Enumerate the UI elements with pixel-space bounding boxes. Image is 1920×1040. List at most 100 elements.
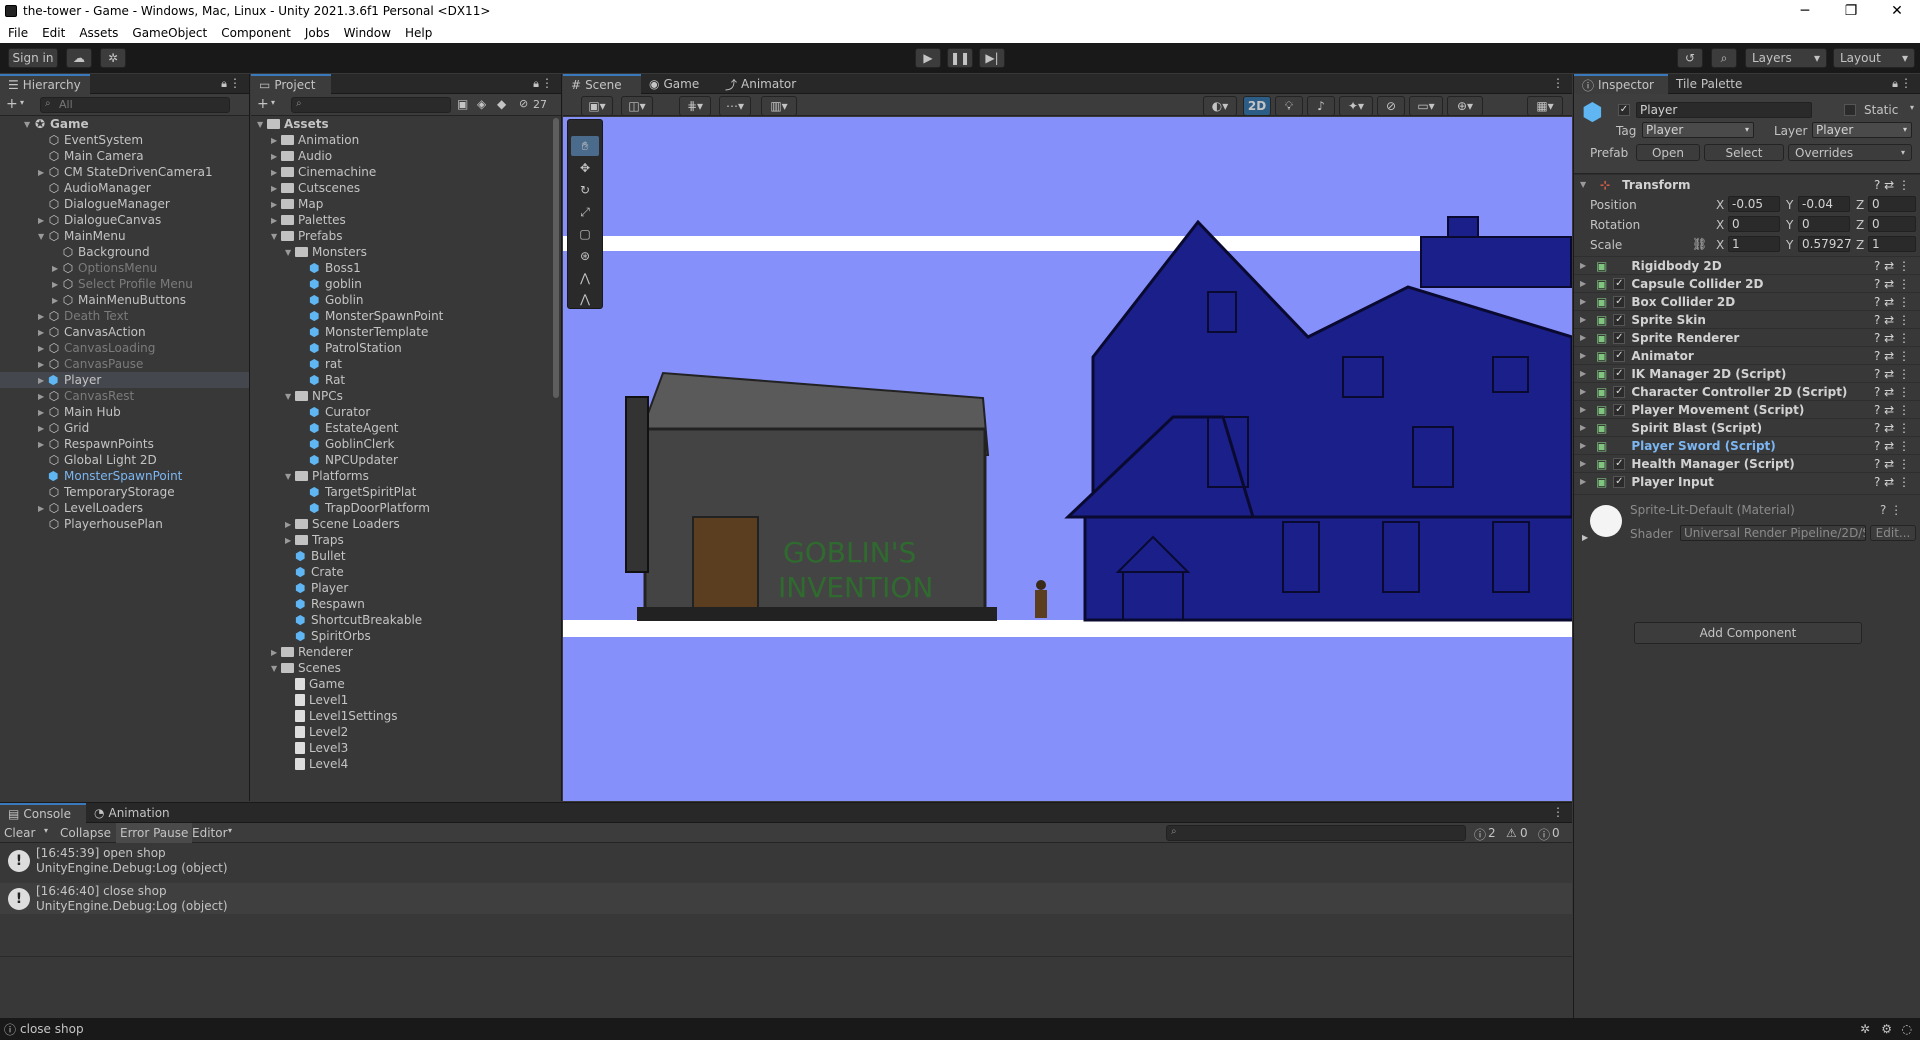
- expand-arrow-icon[interactable]: ▼: [285, 392, 295, 401]
- play-button[interactable]: ▶: [915, 48, 941, 68]
- rect-tool-icon[interactable]: ▢: [571, 224, 599, 244]
- project-item[interactable]: ⬢ GoblinClerk: [251, 436, 549, 452]
- project-scrollbar[interactable]: [553, 118, 559, 398]
- menu-gameobject[interactable]: GameObject: [132, 26, 207, 40]
- expand-arrow-icon[interactable]: ▶: [38, 376, 48, 385]
- tab-game[interactable]: ◉ Game: [641, 74, 717, 94]
- component-enabled-checkbox[interactable]: ✓: [1613, 367, 1626, 380]
- hierarchy-item[interactable]: ▶ ⬡ Main Hub: [0, 404, 249, 420]
- step-button[interactable]: ▶|: [979, 48, 1005, 68]
- hidden-packages-icon[interactable]: ⊘: [519, 97, 528, 110]
- menu-assets[interactable]: Assets: [79, 26, 118, 40]
- component-enabled-checkbox[interactable]: ✓: [1613, 385, 1626, 398]
- project-item[interactable]: ⬢ ShortcutBreakable: [251, 612, 549, 628]
- cloud-icon[interactable]: ☁: [66, 48, 92, 68]
- prefab-select-button[interactable]: Select: [1704, 144, 1784, 161]
- hierarchy-item[interactable]: ⬢ MonsterSpawnPoint: [0, 468, 249, 484]
- hierarchy-item[interactable]: ⬡ EventSystem: [0, 132, 249, 148]
- component-header[interactable]: ▶ ▣ ✓ Animator ? ⇄ ⋮: [1574, 346, 1920, 364]
- project-item[interactable]: ⬢ TrapDoorPlatform: [251, 500, 549, 516]
- material-menu-icons[interactable]: ? ⋮: [1880, 503, 1902, 517]
- project-item[interactable]: ▶ Traps: [251, 532, 549, 548]
- project-item[interactable]: ▶ Palettes: [251, 212, 549, 228]
- component-enabled-checkbox[interactable]: ✓: [1613, 457, 1626, 470]
- chevron-down-icon[interactable]: ▾: [228, 826, 232, 835]
- project-item[interactable]: ⬢ Goblin: [251, 292, 549, 308]
- project-item[interactable]: Level1: [251, 692, 549, 708]
- more-icon[interactable]: ⋮: [541, 76, 553, 90]
- menu-edit[interactable]: Edit: [42, 26, 65, 40]
- expand-arrow-icon[interactable]: ▶: [38, 392, 48, 401]
- component-enabled-checkbox[interactable]: ✓: [1613, 331, 1626, 344]
- project-item[interactable]: ▼ Platforms: [251, 468, 549, 484]
- log-entry[interactable]: ! [16:46:40] close shop UnityEngine.Debu…: [0, 883, 1572, 914]
- component-header[interactable]: ▶▣✓Rigidbody 2D? ⇄ ⋮: [1574, 256, 1920, 274]
- component-menu-icons[interactable]: ? ⇄ ⋮: [1874, 439, 1910, 453]
- hierarchy-item[interactable]: ▶ ⬡ Grid: [0, 420, 249, 436]
- chevron-down-icon[interactable]: ▾: [20, 98, 24, 107]
- audio-icon[interactable]: ♪: [1307, 96, 1335, 116]
- lock-icon[interactable]: 🔒︎: [1892, 77, 1898, 91]
- component-enabled-checkbox[interactable]: ✓: [1613, 349, 1626, 362]
- project-search-input[interactable]: ⌕: [291, 97, 451, 113]
- project-item[interactable]: ▶ Cinemachine: [251, 164, 549, 180]
- ruler-dropdown[interactable]: ▥▾: [761, 96, 797, 116]
- close-button[interactable]: ✕: [1874, 0, 1920, 22]
- settings-icon[interactable]: ⚙: [1881, 1022, 1892, 1036]
- shading-dropdown[interactable]: ◐▾: [1203, 96, 1237, 116]
- component-menu-icons[interactable]: ? ⇄ ⋮: [1874, 178, 1910, 192]
- position-z-field[interactable]: 0: [1868, 196, 1916, 212]
- chevron-down-icon[interactable]: ▾: [1910, 103, 1914, 112]
- hierarchy-item[interactable]: ⬡ AudioManager: [0, 180, 249, 196]
- component-header[interactable]: ▶ ▣ ✓ Capsule Collider 2D ? ⇄ ⋮: [1574, 274, 1920, 292]
- link-icon[interactable]: ⛓︎: [1692, 237, 1707, 251]
- project-item[interactable]: Level1Settings: [251, 708, 549, 724]
- mode-2d-toggle[interactable]: 2D: [1243, 96, 1271, 116]
- component-menu-icons[interactable]: ? ⇄ ⋮: [1874, 367, 1910, 381]
- component-menu-icons[interactable]: ? ⇄ ⋮: [1874, 349, 1910, 363]
- camera-dropdown[interactable]: ▭▾: [1409, 96, 1443, 116]
- component-enabled-checkbox[interactable]: ✓: [1613, 277, 1626, 290]
- tab-animation[interactable]: ◔ Animation: [86, 803, 176, 823]
- hierarchy-item[interactable]: ⬡ PlayerhousePlan: [0, 516, 249, 532]
- component-header[interactable]: ▶ ▣ ✓ Health Manager (Script) ? ⇄ ⋮: [1574, 454, 1920, 472]
- hierarchy-item[interactable]: ▶ ⬡ CanvasPause: [0, 356, 249, 372]
- log-entry[interactable]: ! [16:45:39] open shop UnityEngine.Debug…: [0, 845, 1572, 876]
- component-menu-icons[interactable]: ? ⇄ ⋮: [1874, 277, 1910, 291]
- hierarchy-item[interactable]: ▶ ⬡ Death Text: [0, 308, 249, 324]
- clear-button[interactable]: Clear: [4, 826, 35, 840]
- expand-arrow-icon[interactable]: ▼: [271, 232, 281, 241]
- expand-arrow-icon[interactable]: ▶: [38, 216, 48, 225]
- project-item[interactable]: ⬢ MonsterSpawnPoint: [251, 308, 549, 324]
- effects-dropdown[interactable]: ✦▾: [1339, 96, 1373, 116]
- hidden-objects-icon[interactable]: ⊘: [1377, 96, 1405, 116]
- maximize-button[interactable]: ❐: [1828, 0, 1874, 22]
- hierarchy-item[interactable]: ⬡ DialogueManager: [0, 196, 249, 212]
- hierarchy-item[interactable]: ▼ ⬡ MainMenu: [0, 228, 249, 244]
- hierarchy-item[interactable]: ⬡ Background: [0, 244, 249, 260]
- hierarchy-item[interactable]: ▶ ⬡ CM StateDrivenCamera1: [0, 164, 249, 180]
- component-menu-icons[interactable]: ? ⇄ ⋮: [1874, 313, 1910, 327]
- project-item[interactable]: ▶ Scene Loaders: [251, 516, 549, 532]
- project-item[interactable]: ▶ Cutscenes: [251, 180, 549, 196]
- expand-arrow-icon[interactable]: ▶: [271, 648, 281, 657]
- component-header[interactable]: ▶ ▣ ✓ Box Collider 2D ? ⇄ ⋮: [1574, 292, 1920, 310]
- layers-dropdown[interactable]: Layers ▾: [1745, 48, 1827, 68]
- project-item[interactable]: ▶ Renderer: [251, 644, 549, 660]
- hierarchy-item[interactable]: ▶ ⬡ LevelLoaders: [0, 500, 249, 516]
- progress-icon[interactable]: ◌: [1902, 1022, 1912, 1036]
- component-menu-icons[interactable]: ? ⇄ ⋮: [1874, 403, 1910, 417]
- hierarchy-item[interactable]: ▶ ⬢ Player: [0, 372, 249, 388]
- project-item[interactable]: ⬢ EstateAgent: [251, 420, 549, 436]
- project-item[interactable]: ▼ NPCs: [251, 388, 549, 404]
- hierarchy-item[interactable]: ▶ ⬡ DialogueCanvas: [0, 212, 249, 228]
- rotation-y-field[interactable]: 0: [1798, 216, 1850, 232]
- bone-tool-icon[interactable]: ⋀: [571, 268, 599, 288]
- static-checkbox[interactable]: [1844, 104, 1856, 116]
- project-item[interactable]: ⬢ MonsterTemplate: [251, 324, 549, 340]
- component-menu-icons[interactable]: ? ⇄ ⋮: [1874, 259, 1910, 273]
- hierarchy-item[interactable]: ⬡ Global Light 2D: [0, 452, 249, 468]
- menu-window[interactable]: Window: [344, 26, 391, 40]
- object-name-field[interactable]: Player: [1636, 102, 1812, 118]
- hierarchy-item[interactable]: ▶ ⬡ OptionsMenu: [0, 260, 249, 276]
